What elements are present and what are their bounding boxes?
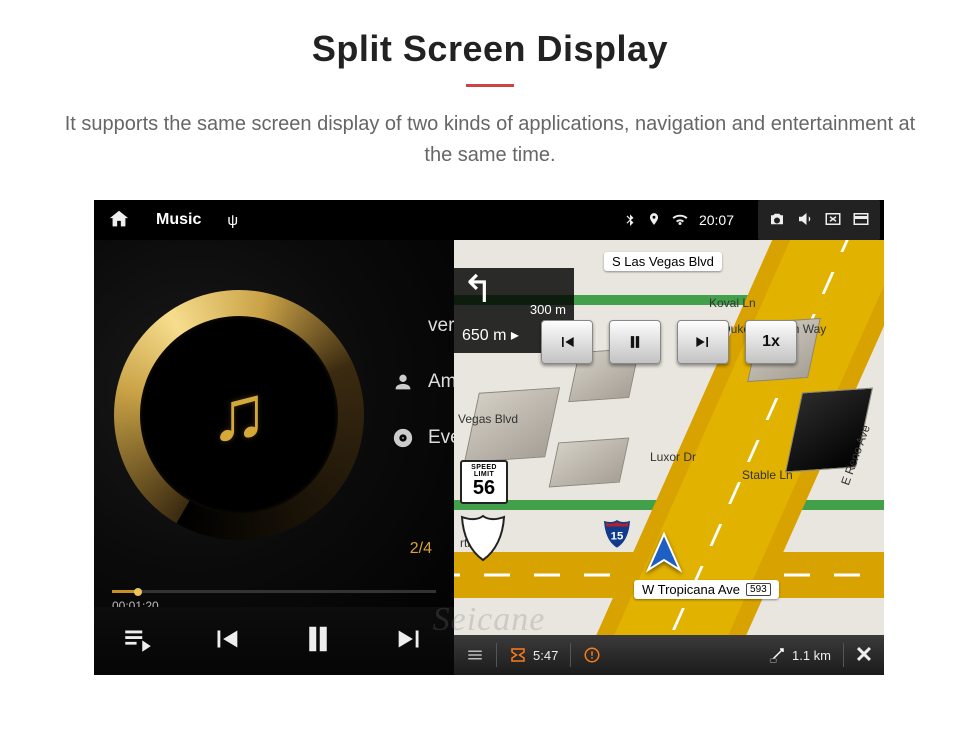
speed-limit-sign: SPEED LIMIT 56 (460, 460, 508, 504)
interstate-shield: 15 (604, 520, 630, 548)
bluetooth-icon (623, 212, 637, 229)
status-clock: 20:07 (699, 212, 734, 228)
previous-button[interactable] (209, 622, 243, 661)
person-icon (392, 371, 414, 393)
nav-bottom-bar: 5:47 1.1 km ✕ (454, 635, 884, 675)
route-number: 593 (746, 583, 771, 596)
next-button[interactable] (393, 622, 427, 661)
us-shield-sign (460, 514, 506, 562)
nav-sim-controls: 1x (541, 320, 797, 364)
volume-icon[interactable] (796, 210, 814, 231)
status-app-label: Music (156, 211, 201, 229)
usb-icon: ψ (227, 212, 238, 229)
sim-next-button[interactable] (677, 320, 729, 364)
pause-button[interactable] (297, 618, 339, 665)
street-label-text: W Tropicana Ave (642, 582, 740, 597)
close-app-icon[interactable] (824, 210, 842, 231)
sim-prev-button[interactable] (541, 320, 593, 364)
page-description: It supports the same screen display of t… (60, 109, 920, 171)
page-title: Split Screen Display (0, 28, 980, 70)
progress-knob[interactable] (134, 588, 142, 596)
progress-bar[interactable] (112, 590, 436, 593)
map-building (549, 438, 630, 488)
nav-eta[interactable]: 5:47 (497, 635, 570, 675)
nav-distance-value: 1.1 km (792, 648, 831, 663)
street-label: S Las Vegas Blvd (604, 252, 722, 271)
turn-distance-total: 650 m (462, 327, 506, 344)
home-icon[interactable] (108, 208, 130, 233)
street-label: Koval Ln (709, 296, 756, 310)
svg-text:15: 15 (611, 531, 624, 543)
wifi-icon (671, 210, 689, 231)
nav-eta-value: 5:47 (533, 648, 558, 663)
music-pane: ♫ verythin Ame Ever 2/4 00:01:20 (94, 200, 454, 675)
disc-icon (392, 427, 414, 449)
title-underline (466, 84, 514, 87)
status-bar: Music ψ 20:07 (94, 200, 884, 240)
album-art[interactable]: ♫ (114, 290, 364, 540)
street-label: Luxor Dr (650, 450, 696, 464)
speed-limit-label: SPEED LIMIT (462, 464, 506, 478)
nav-alert-button[interactable] (571, 635, 613, 675)
vehicle-marker (640, 530, 688, 583)
sim-speed-button[interactable]: 1x (745, 320, 797, 364)
street-label: Vegas Blvd (458, 412, 518, 426)
track-index: 2/4 (410, 540, 432, 558)
screenshot-icon[interactable] (768, 210, 786, 231)
music-controls (94, 607, 454, 675)
nav-menu-button[interactable] (454, 635, 496, 675)
music-note-icon: ♫ (210, 368, 269, 459)
device-frame: Music ψ 20:07 ♫ verythin (94, 200, 884, 675)
nav-close-button[interactable]: ✕ (844, 635, 884, 675)
sim-pause-button[interactable] (609, 320, 661, 364)
navigation-pane: ↰ 300 m 650 m ▸ 1x S Las Vegas Blvd Kova… (454, 200, 884, 675)
street-label: Stable Ln (742, 468, 793, 482)
playlist-button[interactable] (121, 622, 155, 661)
speed-limit-value: 56 (462, 478, 506, 498)
location-icon (647, 212, 661, 229)
nav-distance[interactable]: 1.1 km (756, 635, 843, 675)
split-screen-icon[interactable] (852, 210, 870, 231)
